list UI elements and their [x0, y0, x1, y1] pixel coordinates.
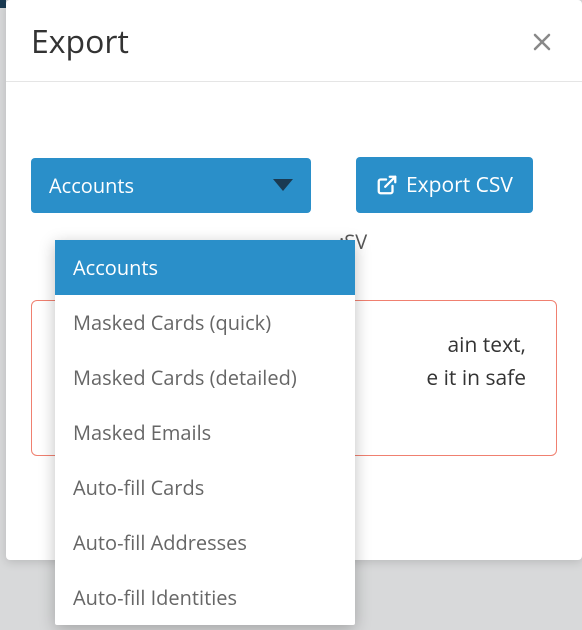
modal-header: Export [6, 0, 582, 82]
dropdown-option-autofill-identities[interactable]: Auto-fill Identities [55, 570, 355, 625]
export-button-label: Export CSV [406, 171, 513, 199]
dropdown-menu: Accounts Masked Cards (quick) Masked Car… [55, 240, 355, 625]
modal-title: Export [31, 20, 129, 63]
external-link-icon [376, 174, 398, 196]
dropdown-option-accounts[interactable]: Accounts [55, 240, 355, 295]
close-icon [530, 30, 554, 54]
dropdown-option-masked-emails[interactable]: Masked Emails [55, 405, 355, 460]
dropdown-option-masked-cards-quick[interactable]: Masked Cards (quick) [55, 295, 355, 350]
dropdown-selected-label: Accounts [49, 172, 134, 199]
caret-down-icon [273, 179, 293, 191]
export-csv-button[interactable]: Export CSV [356, 157, 533, 213]
dropdown-option-autofill-cards[interactable]: Auto-fill Cards [55, 460, 355, 515]
close-button[interactable] [527, 27, 557, 57]
controls-row: Accounts Export CSV [31, 157, 557, 213]
dropdown-option-autofill-addresses[interactable]: Auto-fill Addresses [55, 515, 355, 570]
dropdown-option-masked-cards-detailed[interactable]: Masked Cards (detailed) [55, 350, 355, 405]
export-type-dropdown[interactable]: Accounts [31, 158, 311, 213]
